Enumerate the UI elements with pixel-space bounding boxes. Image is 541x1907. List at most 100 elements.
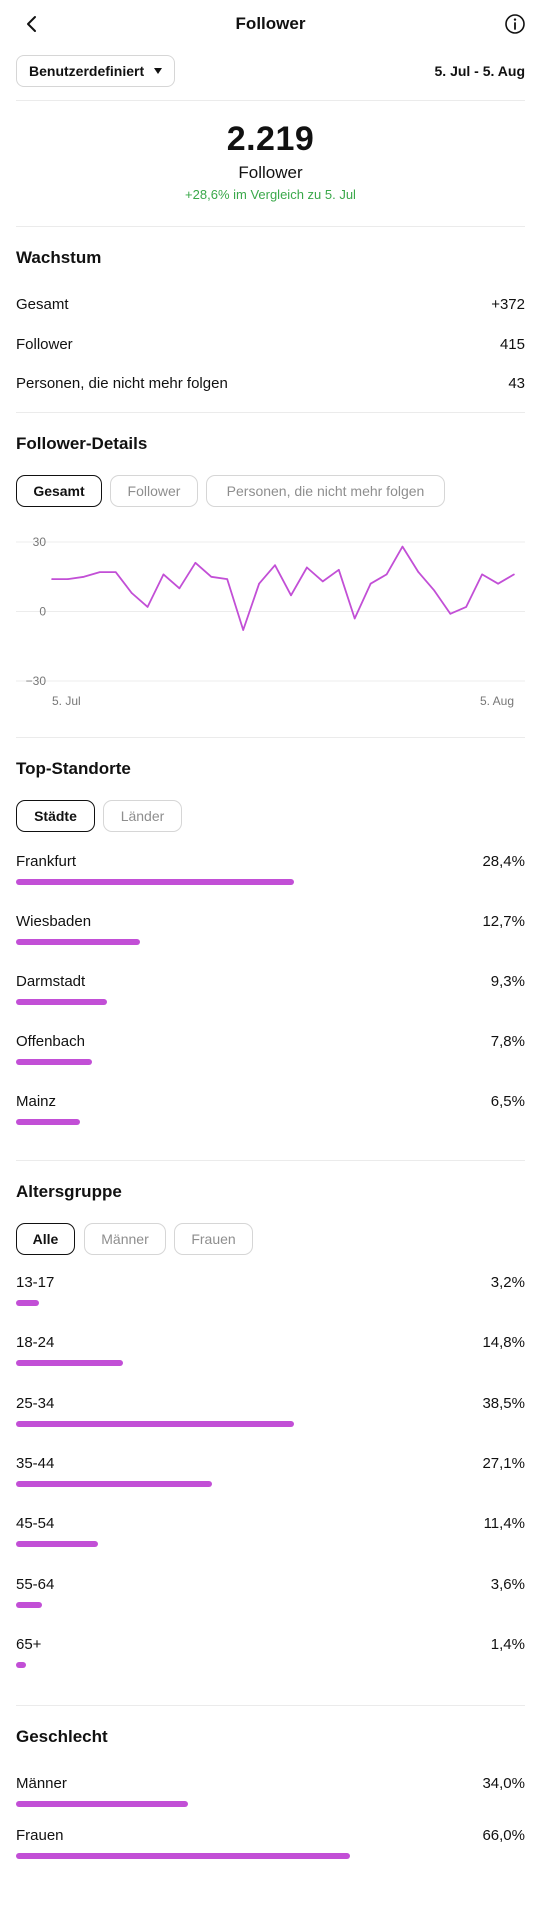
growth-row-value: 415 (499, 336, 525, 353)
growth-row-total: Gesamt +372 (16, 296, 525, 313)
follower-data-point (242, 629, 244, 631)
location-percentage: 28,4% (482, 853, 525, 870)
age-group-label: 65+ (16, 1635, 42, 1653)
caret-down-icon (154, 68, 163, 74)
date-range-text: 5. Jul - 5. Aug (434, 63, 526, 79)
info-icon[interactable] (503, 12, 527, 36)
location-row: Frankfurt 28,4% (16, 853, 525, 893)
location-bar (16, 1059, 93, 1065)
divider (16, 1160, 525, 1161)
divider (16, 412, 525, 413)
location-label: Mainz (16, 1093, 57, 1110)
follower-data-point (226, 578, 229, 580)
tab-countries[interactable]: Länder (103, 800, 182, 832)
tab-details-unfollows[interactable]: Personen, die nicht mehr folgen (206, 475, 445, 507)
chart-y-tick-label: 0 (39, 605, 46, 619)
location-row: Offenbach 7,8% (16, 1033, 525, 1073)
age-group-percentage: 14,8% (482, 1334, 525, 1352)
follower-data-point (353, 617, 356, 620)
gender-percentage: 66,0% (482, 1827, 525, 1844)
age-group-bar (16, 1480, 212, 1487)
location-percentage: 12,7% (482, 913, 525, 930)
follower-data-point (274, 564, 276, 566)
age-group-label: 18-24 (16, 1334, 55, 1352)
follower-total: 2.219 (226, 120, 315, 158)
follower-data-point (497, 582, 499, 585)
divider (16, 737, 525, 738)
follower-data-point (194, 562, 197, 564)
age-group-bar (16, 1661, 27, 1668)
tab-cities[interactable]: Städte (16, 800, 95, 832)
details-title: Follower-Details (16, 434, 148, 453)
age-group-label: 13-17 (16, 1274, 55, 1291)
follower-data-point (98, 571, 101, 573)
follower-data-point (51, 578, 53, 580)
age-group-bar (16, 1541, 99, 1548)
gender-label: Männer (16, 1775, 67, 1792)
gender-bar (16, 1853, 350, 1859)
location-percentage: 7,8% (490, 1033, 525, 1050)
follower-data-point (178, 587, 181, 590)
location-row: Wiesbaden 12,7% (16, 913, 525, 953)
chart-y-tick-label: −30 (26, 674, 47, 688)
follower-insights-page: Follower Benutzerdefiniert 5. Jul - 5. A… (0, 0, 541, 1907)
follower-data-point (449, 613, 452, 615)
follower-data-point (385, 573, 388, 576)
growth-row-value: 43 (508, 375, 525, 392)
gender-row: Männer 34,0% (16, 1775, 525, 1815)
location-percentage: 6,5% (490, 1093, 525, 1110)
tab-age-men[interactable]: Männer (84, 1223, 166, 1255)
page-title: Follower (235, 14, 306, 33)
age-group-row: 35-44 27,1% (16, 1455, 525, 1495)
follower-data-point (513, 573, 515, 576)
follower-data-point (322, 580, 324, 583)
location-bar (16, 879, 294, 885)
follower-data-point (417, 571, 420, 573)
date-range-selector-label: Benutzerdefiniert (29, 63, 145, 79)
growth-row-unfollows: Personen, die nicht mehr folgen 43 (16, 375, 525, 392)
follower-data-point (210, 575, 213, 578)
gender-bar (16, 1801, 189, 1807)
age-group-percentage: 3,6% (490, 1575, 525, 1593)
age-group-percentage: 27,1% (482, 1454, 525, 1472)
gender-row: Frauen 66,0% (16, 1827, 525, 1867)
chart-x-tick-label: 5. Jul (52, 694, 81, 708)
follower-data-point (401, 545, 404, 548)
locations-title: Top-Standorte (16, 759, 131, 778)
follower-data-point (258, 582, 260, 585)
top-bar: Follower (0, 0, 541, 50)
follower-data-point (481, 573, 483, 576)
age-group-percentage: 11,4% (483, 1515, 525, 1533)
growth-row-label: Personen, die nicht mehr folgen (16, 375, 228, 392)
gender-label: Frauen (16, 1827, 64, 1844)
follower-data-point (130, 592, 133, 594)
follower-data-point (146, 606, 149, 608)
age-group-row: 25-34 38,5% (16, 1395, 525, 1435)
age-group-label: 35-44 (16, 1454, 55, 1472)
follower-data-point (306, 566, 308, 569)
location-row: Darmstadt 9,3% (16, 973, 525, 1013)
follower-total-label: Follower (238, 163, 303, 182)
age-group-label: 45-54 (16, 1515, 55, 1533)
tab-details-total[interactable]: Gesamt (16, 475, 102, 507)
age-group-row: 13-17 3,2% (16, 1274, 525, 1314)
growth-row-label: Gesamt (16, 296, 69, 313)
tab-age-all[interactable]: Alle (16, 1223, 75, 1255)
date-range-selector[interactable]: Benutzerdefiniert (16, 55, 176, 87)
tab-details-followers[interactable]: Follower (110, 475, 198, 507)
location-label: Darmstadt (16, 973, 86, 990)
growth-row-followers: Follower 415 (16, 336, 525, 353)
divider (16, 1705, 525, 1706)
follower-comparison: +28,6% im Vergleich zu 5. Jul (185, 187, 356, 202)
follower-data-point (465, 606, 468, 608)
gender-percentage: 34,0% (482, 1775, 525, 1792)
tab-age-women[interactable]: Frauen (174, 1223, 253, 1255)
age-group-row: 65+ 1,4% (16, 1636, 525, 1676)
gender-title: Geschlecht (16, 1727, 108, 1746)
age-group-bar (16, 1601, 42, 1608)
location-bar (16, 999, 108, 1005)
age-group-label: 55-64 (16, 1575, 55, 1593)
follower-series-line (52, 545, 515, 631)
age-group-row: 45-54 11,4% (16, 1515, 525, 1555)
follower-data-point (290, 594, 292, 597)
